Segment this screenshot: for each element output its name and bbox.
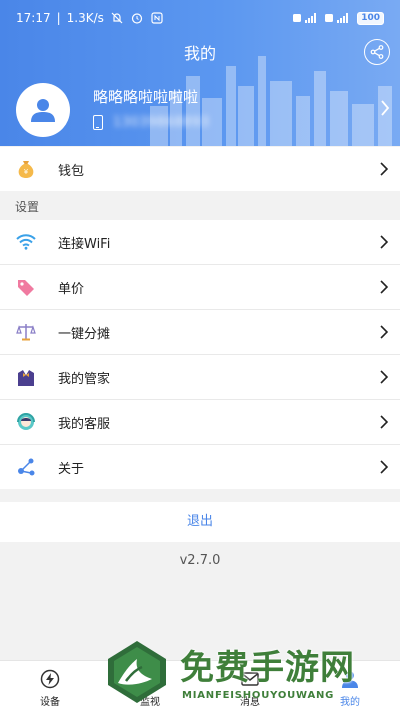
menu-label-about: 关于 (58, 461, 85, 477)
avatar[interactable] (16, 83, 70, 137)
battery-icon: 100 (357, 11, 384, 25)
menu-item-split[interactable]: 一键分摊 (0, 310, 400, 354)
menu-label-split: 一键分摊 (58, 326, 111, 342)
phone-number: 13039868893 (113, 115, 210, 130)
network-speed: 1.3K/s (66, 11, 104, 25)
chevron-right-icon (380, 325, 388, 339)
phone-icon (93, 115, 103, 130)
chevron-right-icon (380, 370, 388, 384)
chevron-right-icon (380, 280, 388, 294)
about-nodes-icon (15, 456, 37, 478)
lightning-icon (40, 669, 60, 689)
phone-row: 13039868893 (93, 115, 209, 130)
status-time: 17:17 (16, 11, 51, 25)
user-icon (31, 99, 55, 122)
menu-label-butler: 我的管家 (58, 371, 111, 387)
signal-hd-5g-icon-2 (325, 13, 349, 23)
signal-hd-5g-icon (293, 13, 317, 23)
watermark-title: 免费手游网 (180, 648, 355, 688)
balance-scale-icon (15, 321, 37, 343)
menu-item-service[interactable]: 我的客服 (0, 400, 400, 444)
chevron-right-icon (380, 235, 388, 249)
nfc-icon (151, 12, 163, 24)
menu-item-butler[interactable]: 我的管家 (0, 355, 400, 399)
tab-devices[interactable]: 设备 (0, 661, 100, 711)
tab-label-devices: 设备 (40, 697, 60, 708)
butler-icon (15, 366, 37, 388)
menu-item-wallet[interactable]: ¥ 钱包 (0, 147, 400, 191)
menu-label-wallet: 钱包 (58, 163, 85, 179)
page-title: 我的 (183, 44, 216, 63)
section-header-settings: 设置 (15, 200, 40, 214)
chevron-right-icon (380, 460, 388, 474)
chevron-right-icon (380, 415, 388, 429)
menu-label-wifi: 连接WiFi (58, 236, 111, 252)
status-separator: | (56, 11, 61, 25)
menu-label-price: 单价 (58, 281, 85, 297)
menu-item-wifi[interactable]: 连接WiFi (0, 220, 400, 264)
status-bar: 17:17 | 1.3K/s 100 (0, 0, 400, 36)
share-icon (370, 45, 384, 59)
watermark-subtitle: MIANFEISHOUYOUWANG (182, 690, 335, 701)
alarm-icon (131, 13, 142, 24)
menu-item-about[interactable]: 关于 (0, 445, 400, 489)
money-bag-icon: ¥ (15, 158, 37, 180)
watermark: 免费手游网 MIANFEISHOUYOUWANG (100, 634, 400, 711)
chevron-right-icon (380, 162, 388, 176)
watermark-logo-icon (108, 641, 166, 703)
wifi-icon (15, 231, 37, 253)
customer-service-icon (15, 411, 37, 433)
share-button[interactable] (364, 39, 390, 65)
mute-bell-icon (111, 12, 123, 24)
menu-item-price[interactable]: 单价 (0, 265, 400, 309)
logout-button[interactable]: 退出 (0, 502, 400, 542)
menu-label-service: 我的客服 (58, 416, 111, 432)
svg-text:¥: ¥ (24, 168, 29, 176)
username: 略略略啦啦啦啦 (93, 88, 199, 106)
profile-chevron-right-icon[interactable] (380, 99, 390, 117)
price-tag-icon (15, 276, 37, 298)
profile-header: 17:17 | 1.3K/s 100 我的 略略略啦啦啦啦 1303986889… (0, 0, 400, 146)
app-version: v2.7.0 (179, 553, 221, 568)
